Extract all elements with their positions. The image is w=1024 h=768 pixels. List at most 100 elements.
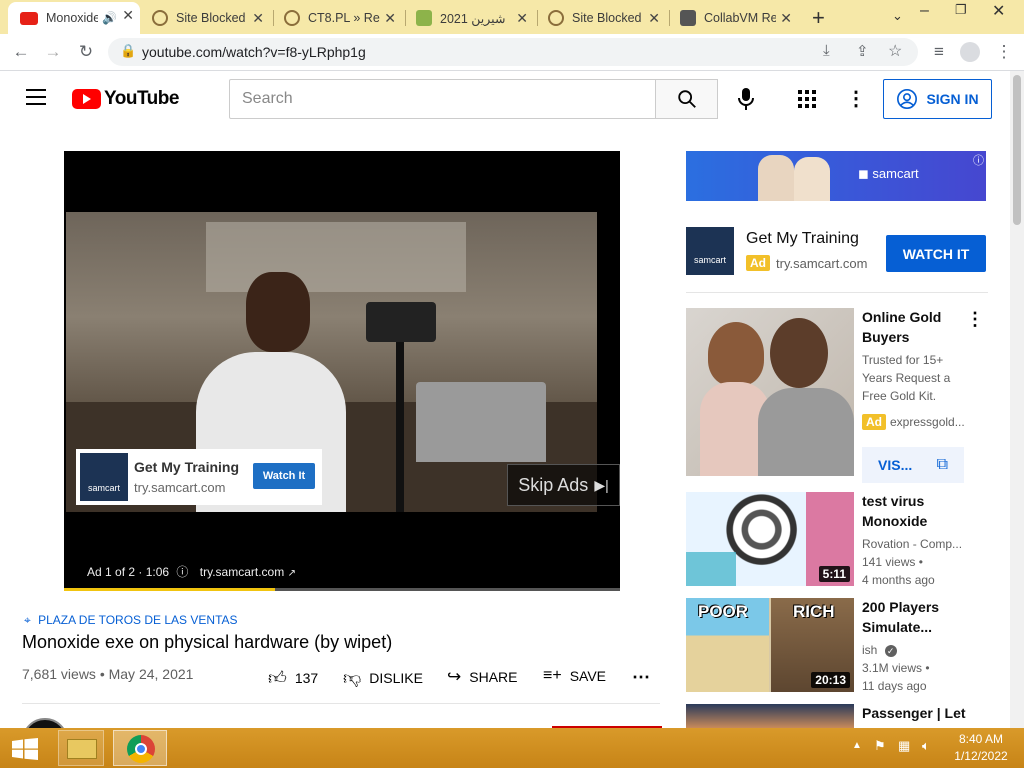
apps-grid-icon[interactable] [798,90,816,113]
tab-shireen[interactable]: شيرين 2021 ✕ [416,4,534,32]
video-thumbnail[interactable]: POOR RICH 20:13 [686,598,854,692]
video-player[interactable]: samcart Get My Training try.samcart.com … [64,151,620,591]
system-clock[interactable]: 8:40 AM 1/12/2022 [948,731,1014,765]
microphone-icon[interactable] [738,87,754,111]
dislike-button[interactable]: 👎︎ DISLIKE [343,667,423,689]
file-explorer-button[interactable] [58,730,104,766]
view-count: 3.1M views • [862,661,930,675]
watch-it-button[interactable]: WATCH IT [886,235,986,272]
promo-title[interactable]: Get My Training [746,230,859,248]
folder-icon [67,739,97,759]
close-tab-icon[interactable]: ✕ [384,10,396,27]
url-text[interactable]: youtube.com/watch?v=f8-yLRphp1g [142,44,366,60]
tab-ct8[interactable]: CT8.PL » Reg ✕ [284,4,402,32]
dislike-label: DISLIKE [369,670,423,686]
save-button[interactable]: ≡+ SAVE [543,667,606,685]
ad-badge: Ad [862,414,886,430]
ad-info-icon[interactable]: ⓘ [973,152,984,168]
close-tab-icon[interactable]: ✕ [780,10,792,27]
chrome-icon [127,735,155,763]
video-title[interactable]: Passenger | Let [862,703,982,728]
share-label: SHARE [469,669,518,685]
ad-progress-bar[interactable] [64,588,620,591]
tab-collabvm[interactable]: CollabVM Re ✕ [680,4,798,32]
skip-ads-button[interactable]: Skip Ads ▶| [507,464,620,506]
media-queue-icon[interactable]: ≡ [928,42,950,62]
tab-search-chevron-icon[interactable]: ⌄ [892,8,903,24]
page-scrollbar[interactable] [1010,71,1024,728]
video-title[interactable]: test virus Monoxide [862,491,982,531]
sign-in-button[interactable]: SIGN IN [883,79,992,119]
upload-age: 11 days ago [862,679,927,693]
tab-site-blocked-1[interactable]: Site Blocked ✕ [152,4,270,32]
new-tab-icon[interactable]: + [812,5,825,31]
profile-avatar-icon[interactable] [960,42,980,62]
minimize-icon[interactable]: – [920,2,929,20]
gold-ad-thumbnail[interactable] [686,308,854,476]
skip-next-icon: ▶| [594,476,609,493]
chrome-menu-icon[interactable]: ⋮ [993,42,1015,62]
install-icon[interactable]: ⤓ [823,42,830,59]
hamburger-menu-icon[interactable] [26,89,46,105]
forward-icon[interactable]: → [42,42,64,62]
close-tab-icon[interactable]: ✕ [648,10,660,27]
thumbs-up-icon: 👍︎ [268,668,287,688]
close-tab-icon[interactable]: ✕ [516,10,528,27]
chrome-taskbar-button[interactable] [113,730,167,766]
channel-row[interactable]: ish ✓ [862,641,897,659]
bookmark-star-icon[interactable]: ☆ [888,41,902,61]
browser-tab-strip: Monoxide 🔊 ✕ Site Blocked ✕ CT8.PL » Reg… [0,0,1024,34]
visit-label: VIS... [878,457,913,473]
speaker-icon[interactable]: 🔊 [102,11,117,25]
tray-expand-icon[interactable]: ▲ [852,740,862,751]
playlist-add-icon: ≡+ [543,667,562,684]
samcart-logo[interactable]: samcart [686,227,734,275]
volume-icon[interactable]: 🔈︎ [922,738,930,754]
location-text: PLAZA DE TOROS DE LAS VENTAS [38,613,238,627]
promo-meta: Ad try.samcart.com [746,255,868,271]
address-bar[interactable]: 🔒 youtube.com/watch?v=f8-yLRphp1g ⤓ ⇪ ☆ [108,38,918,66]
video-title[interactable]: 200 Players Simulate... [862,597,982,637]
close-tab-icon[interactable]: ✕ [122,7,134,24]
share-button[interactable]: ↪ SHARE [447,667,517,687]
back-icon[interactable]: ← [10,42,32,62]
windows-start-icon[interactable] [12,738,38,760]
globe-icon [548,10,564,26]
reload-icon[interactable]: ↻ [75,42,97,62]
ad-overlay-card[interactable]: samcart Get My Training try.samcart.com … [76,449,322,505]
action-center-flag-icon[interactable]: ⚑ [874,738,886,754]
thumbnail-graphic [686,552,736,586]
samcart-banner-ad[interactable]: ◼︎ samcart ⓘ [686,151,986,201]
tab-youtube[interactable]: Monoxide 🔊 ✕ [8,2,140,34]
network-icon[interactable]: ▦ [898,738,910,754]
gold-ad-more-icon[interactable]: ⋮ [966,309,984,330]
thumbs-down-icon: 👎︎ [343,668,362,688]
channel-name[interactable]: Rovation - Comp... [862,535,962,553]
skip-label: Skip Ads [518,474,589,495]
ad-watch-button[interactable]: Watch It [253,463,315,489]
search-input[interactable]: Search [229,79,656,119]
settings-more-icon[interactable]: ⋮ [846,86,866,111]
globe-icon [284,10,300,26]
video-thumbnail[interactable]: 5:11 [686,492,854,586]
gold-ad-title[interactable]: Online Gold Buyers [862,307,966,347]
gold-ad-meta: Ad expressgold... [862,414,965,430]
gold-ad-description: Trusted for 15+ Years Request a Free Gol… [862,353,951,403]
visit-button[interactable]: VIS... ⧉ [862,447,964,483]
close-window-icon[interactable]: ✕ [992,1,1005,21]
search-button[interactable] [655,79,718,119]
tab-site-blocked-2[interactable]: Site Blocked ✕ [548,4,666,32]
location-link[interactable]: ⌖ PLAZA DE TOROS DE LAS VENTAS [24,613,238,628]
youtube-logo[interactable]: YouTube [72,88,179,110]
video-title: Monoxide exe on physical hardware (by wi… [22,632,393,652]
like-button[interactable]: 👍︎ 137 [268,667,318,689]
close-tab-icon[interactable]: ✕ [252,10,264,27]
video-thumbnail[interactable] [686,704,854,728]
share-icon[interactable]: ⇪ [856,42,869,60]
scrollbar-thumb[interactable] [1013,75,1021,225]
restore-icon[interactable]: ❐ [955,2,967,18]
tab-title: Site Blocked [176,11,246,25]
info-icon[interactable]: ⓘ [176,565,188,579]
ad-info-url[interactable]: try.samcart.com [200,565,284,579]
more-actions-icon[interactable]: ⋯ [632,667,650,688]
